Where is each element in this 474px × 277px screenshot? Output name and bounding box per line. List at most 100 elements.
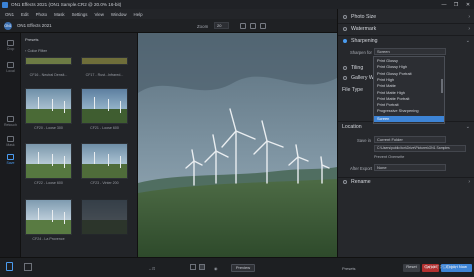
section-title: Photo Size [351, 14, 377, 20]
preset-thumb[interactable] [81, 199, 128, 235]
save-in-label: Save in [357, 138, 371, 143]
preset-thumb[interactable] [25, 88, 72, 124]
preset-thumb[interactable] [25, 57, 72, 65]
layout-icon[interactable] [24, 263, 32, 271]
path-field[interactable]: C:\Users\public\ton\Drive\Pictures\ON1 S… [374, 145, 466, 152]
maximize-button[interactable]: ❐ [450, 0, 462, 9]
preset-label: CF24 - La Provence [32, 237, 65, 241]
menu-mask[interactable]: Mask [54, 12, 65, 17]
presets-label[interactable]: Presets [342, 266, 356, 271]
nav-save[interactable]: Save [0, 151, 21, 167]
section-rename[interactable]: Rename › [338, 177, 474, 187]
nav-mask-label: Mask [6, 142, 15, 147]
preview-button[interactable]: Preview [231, 264, 255, 272]
nav-save-label: Save [6, 160, 15, 165]
section-sharpening[interactable]: Sharpening ⌄ [338, 36, 474, 46]
section-toggle-icon[interactable] [343, 15, 347, 19]
title-bar: ON1 Effects 2021 (ON1 Sample.CR2 @ 20.0%… [0, 0, 474, 9]
preset-thumb[interactable] [25, 199, 72, 235]
menu-edit[interactable]: Edit [21, 12, 29, 17]
preset-browser: Presets ‹ Color Filter CF16 - Neutral De… [21, 33, 138, 257]
nav-local-label: Local [6, 68, 15, 73]
compare-icon[interactable] [190, 264, 196, 270]
menu-photo[interactable]: Photo [36, 12, 47, 17]
section-title: Watermark [351, 26, 377, 32]
menu-view[interactable]: View [94, 12, 103, 17]
grid-icon[interactable] [240, 23, 246, 29]
chevron-right-icon: › [468, 26, 470, 32]
menu-help[interactable]: Help [134, 12, 143, 17]
section-toggle-icon[interactable] [343, 27, 347, 31]
document-name: ON1 Effects 2021 [17, 23, 52, 28]
section-photo-size[interactable]: Photo Size › [338, 12, 474, 22]
section-title: Tiling [351, 65, 364, 71]
chevron-right-icon: › [468, 179, 470, 185]
save-in-select[interactable]: Current Folder [374, 136, 446, 143]
category-breadcrumb[interactable]: ‹ Color Filter [25, 48, 47, 53]
preset-label: CF17 - Rust...Infrared... [85, 73, 124, 77]
section-toggle-icon[interactable] [343, 39, 347, 43]
section-watermark[interactable]: Watermark › [338, 24, 474, 34]
nav-crop-label: Crop [6, 46, 15, 51]
on1-logo: ON1 [4, 22, 12, 30]
section-title: Sharpening [351, 38, 378, 44]
preset-thumb[interactable] [81, 88, 128, 124]
chevron-down-icon: ⌄ [465, 38, 470, 44]
brush-icon [7, 61, 14, 68]
section-title: Gallery Wr [351, 75, 376, 81]
menu-settings[interactable]: Settings [72, 12, 88, 17]
hand-icon[interactable] [260, 23, 266, 29]
close-button[interactable]: ✕ [462, 0, 474, 9]
reset-button[interactable]: Reset [403, 264, 420, 272]
menu-window[interactable]: Window [111, 12, 127, 17]
split-icon[interactable] [199, 264, 205, 270]
dropdown-option-selected[interactable]: Screen [374, 115, 444, 122]
after-export-select[interactable]: None [374, 164, 446, 171]
zoom-select[interactable]: 20 [214, 22, 229, 29]
sharpen-for-dropdown[interactable]: Print Glossy Print Glossy High Print Glo… [373, 56, 445, 124]
image-canvas[interactable] [138, 33, 337, 257]
nav-local[interactable]: Local [0, 59, 21, 75]
mask-icon [7, 135, 14, 142]
crop-icon [7, 39, 14, 46]
app-icon [2, 1, 8, 8]
section-title: File Type [342, 87, 363, 93]
status-bar: ↔⊡ ◉ Preview Presets Reset Cancel Export… [0, 257, 474, 277]
preset-label: CF16 - Neutral Densit... [29, 73, 68, 77]
export-panel: Photo Size › Watermark › Sharpening ⌄ Sh… [337, 9, 474, 257]
browser-tabs: Presets [25, 37, 45, 42]
window-title: ON1 Effects 2021 (ON1 Sample.CR2 @ 20.0%… [11, 2, 122, 7]
nav-retouch[interactable]: Retouch [0, 113, 21, 129]
section-toggle-icon[interactable] [343, 180, 347, 184]
minimize-button[interactable]: — [438, 0, 450, 9]
section-toggle-icon[interactable] [343, 66, 347, 70]
eye-icon[interactable]: ◉ [214, 266, 218, 271]
landscape-photo [138, 33, 337, 257]
preset-thumb[interactable] [25, 143, 72, 179]
browser-toggle-icon[interactable] [6, 262, 13, 271]
section-toggle-icon[interactable] [343, 76, 347, 80]
nav-mask[interactable]: Mask [0, 133, 21, 149]
sharpen-for-select[interactable]: Screen [374, 48, 446, 55]
menu-on1[interactable]: ON1 [5, 12, 14, 17]
chevron-right-icon: › [468, 14, 470, 20]
softpedia-watermark: SOFTPEDIA [425, 265, 457, 271]
top-toolbar: ON1 ON1 Effects 2021 Zoom 20 [0, 19, 337, 33]
nav-crop[interactable]: Crop [0, 37, 21, 53]
nav-retouch-label: Retouch [3, 122, 18, 127]
preset-label: CF20 - Loose 300 [34, 126, 63, 130]
preset-label: CF23 - Vinter 200 [90, 181, 119, 185]
section-title: Location [342, 124, 362, 130]
dropdown-option[interactable]: Progressive Sharpening [374, 108, 444, 114]
tab-presets[interactable]: Presets [25, 37, 39, 42]
dropdown-scrollbar[interactable] [441, 79, 443, 93]
save-icon [7, 153, 14, 160]
window-controls: — ❐ ✕ [438, 0, 474, 9]
flip-icon[interactable]: ↔⊡ [148, 266, 155, 271]
retouch-icon [7, 115, 14, 122]
prevent-overwrite-option[interactable]: Prevent Overwrite [374, 155, 404, 159]
preset-thumb[interactable] [81, 143, 128, 179]
section-title: Rename [351, 179, 371, 185]
compare-icon[interactable] [250, 23, 256, 29]
preset-thumb[interactable] [81, 57, 128, 65]
